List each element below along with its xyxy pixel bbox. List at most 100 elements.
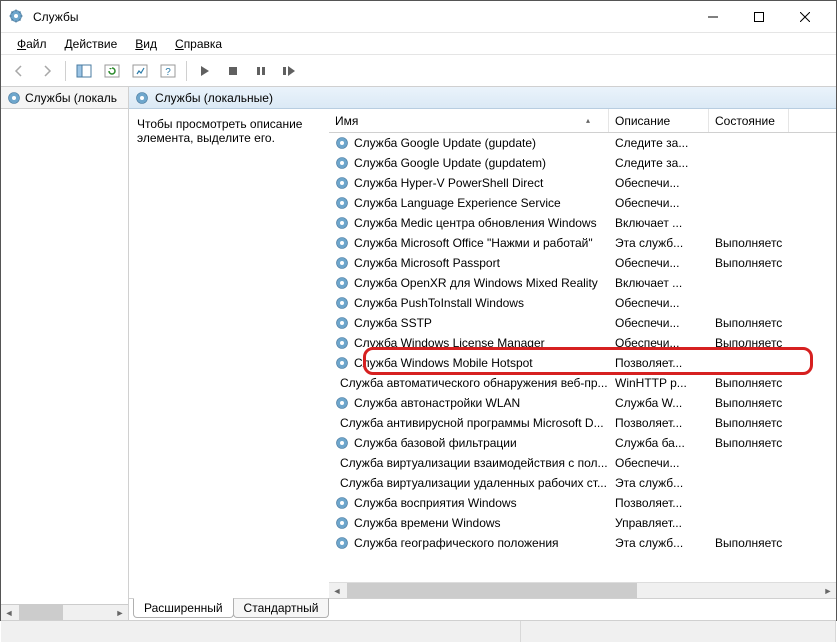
close-button[interactable] — [782, 1, 828, 33]
svg-text:?: ? — [165, 67, 171, 78]
service-state: Выполняетс — [709, 535, 789, 551]
service-state — [709, 202, 789, 204]
menu-action[interactable]: Действие — [57, 35, 126, 53]
info-panel: Чтобы просмотреть описание элемента, выд… — [129, 109, 329, 598]
service-row[interactable]: Служба Microsoft PassportОбеспечи...Выпо… — [329, 253, 836, 273]
scroll-right-icon[interactable]: ► — [112, 605, 128, 620]
service-row[interactable]: Служба Medic центра обновления Windows Вк… — [329, 213, 836, 233]
gear-icon — [335, 156, 349, 170]
service-name: Служба времени Windows — [354, 516, 501, 530]
gear-icon — [335, 136, 349, 150]
menu-help[interactable]: Справка — [167, 35, 230, 53]
separator — [65, 61, 66, 81]
service-name: Служба автоматического обнаружения веб-п… — [340, 376, 608, 390]
service-state — [709, 462, 789, 464]
view-tabs: Расширенный Стандартный — [129, 598, 836, 620]
col-state[interactable]: Состояние — [709, 109, 789, 132]
service-description: Позволяет... — [609, 495, 709, 511]
service-state — [709, 222, 789, 224]
maximize-button[interactable] — [736, 1, 782, 33]
main-area: Службы (локаль ◄ ► Службы (локальные) Чт… — [1, 87, 836, 620]
service-state — [709, 522, 789, 524]
tab-standard[interactable]: Стандартный — [233, 598, 330, 618]
service-row[interactable]: Служба SSTPОбеспечи...Выполняетс — [329, 313, 836, 333]
service-row[interactable]: Служба Hyper-V PowerShell DirectОбеспечи… — [329, 173, 836, 193]
service-row[interactable]: Служба автоматического обнаружения веб-п… — [329, 373, 836, 393]
app-icon — [9, 9, 25, 25]
sort-asc-icon: ▴ — [586, 116, 590, 125]
help-button[interactable]: ? — [156, 59, 180, 83]
menu-file[interactable]: Файл — [9, 35, 55, 53]
service-row[interactable]: Служба Google Update (gupdate)Следите за… — [329, 133, 836, 153]
service-description: Обеспечи... — [609, 335, 709, 351]
service-state — [709, 142, 789, 144]
service-state — [709, 482, 789, 484]
minimize-button[interactable] — [690, 1, 736, 33]
service-row[interactable]: Служба антивирусной программы Microsoft … — [329, 413, 836, 433]
forward-button[interactable] — [35, 59, 59, 83]
gear-icon — [335, 236, 349, 250]
service-description: Обеспечи... — [609, 315, 709, 331]
service-description: Служба W... — [609, 395, 709, 411]
titlebar: Службы — [1, 1, 836, 33]
service-description: Следите за... — [609, 135, 709, 151]
gear-icon — [335, 256, 349, 270]
refresh-button[interactable] — [100, 59, 124, 83]
col-name[interactable]: Имя▴ — [329, 109, 609, 132]
service-row[interactable]: Служба OpenXR для Windows Mixed RealityВ… — [329, 273, 836, 293]
service-row[interactable]: Служба Google Update (gupdatem)Следите з… — [329, 153, 836, 173]
service-row[interactable]: Служба виртуализации взаимодействия с по… — [329, 453, 836, 473]
service-row[interactable]: Служба автонастройки WLANСлужба W...Выпо… — [329, 393, 836, 413]
scroll-left-icon[interactable]: ◄ — [329, 583, 345, 598]
service-name: Служба SSTP — [354, 316, 432, 330]
service-description: Эта служб... — [609, 535, 709, 551]
service-row[interactable]: Служба базовой фильтрацииСлужба ба...Вып… — [329, 433, 836, 453]
window-title: Службы — [33, 10, 690, 24]
service-row[interactable]: Служба восприятия WindowsПозволяет... — [329, 493, 836, 513]
service-row[interactable]: Служба Windows License ManagerОбеспечи..… — [329, 333, 836, 353]
service-row[interactable]: Служба времени Windows Управляет... — [329, 513, 836, 533]
scroll-right-icon[interactable]: ► — [820, 583, 836, 598]
service-row[interactable]: Служба виртуализации удаленных рабочих с… — [329, 473, 836, 493]
service-description: Управляет... — [609, 515, 709, 531]
col-description[interactable]: Описание — [609, 109, 709, 132]
restart-button[interactable] — [277, 59, 301, 83]
service-row[interactable]: Служба Windows Mobile HotspotПозволяет..… — [329, 353, 836, 373]
gear-icon — [335, 516, 349, 530]
service-state: Выполняетс — [709, 335, 789, 351]
service-description: Позволяет... — [609, 415, 709, 431]
service-state — [709, 502, 789, 504]
service-description: Включает ... — [609, 215, 709, 231]
service-name: Служба виртуализации взаимодействия с по… — [340, 456, 608, 470]
service-name: Служба Google Update (gupdatem) — [354, 156, 546, 170]
tab-extended[interactable]: Расширенный — [133, 598, 234, 618]
gear-icon — [335, 356, 349, 370]
scroll-left-icon[interactable]: ◄ — [1, 605, 17, 620]
service-name: Служба Medic центра обновления Windows — [354, 216, 597, 230]
service-state: Выполняетс — [709, 415, 789, 431]
service-state — [709, 362, 789, 364]
tree-hscroll[interactable]: ◄ ► — [1, 604, 128, 620]
start-button[interactable] — [193, 59, 217, 83]
service-name: Служба географического положения — [354, 536, 559, 550]
service-row[interactable]: Служба Microsoft Office "Нажми и работай… — [329, 233, 836, 253]
info-text: Чтобы просмотреть описание элемента, выд… — [137, 117, 302, 145]
details-pane: Службы (локальные) Чтобы просмотреть опи… — [129, 87, 836, 620]
stop-button[interactable] — [221, 59, 245, 83]
menu-view[interactable]: Вид — [127, 35, 165, 53]
service-row[interactable]: Служба Language Experience ServiceОбеспе… — [329, 193, 836, 213]
show-hide-tree-button[interactable] — [72, 59, 96, 83]
tree-node-services[interactable]: Службы (локаль — [1, 87, 128, 109]
gear-icon — [335, 316, 349, 330]
service-state — [709, 182, 789, 184]
service-state: Выполняетс — [709, 235, 789, 251]
list-hscroll[interactable]: ◄ ► — [329, 582, 836, 598]
back-button[interactable] — [7, 59, 31, 83]
service-row[interactable]: Служба географического положения Эта служ… — [329, 533, 836, 553]
gear-icon — [335, 536, 349, 550]
service-description: Включает ... — [609, 275, 709, 291]
service-row[interactable]: Служба PushToInstall WindowsОбеспечи... — [329, 293, 836, 313]
services-list: Имя▴ Описание Состояние Служба Google Up… — [329, 109, 836, 598]
pause-button[interactable] — [249, 59, 273, 83]
export-button[interactable] — [128, 59, 152, 83]
